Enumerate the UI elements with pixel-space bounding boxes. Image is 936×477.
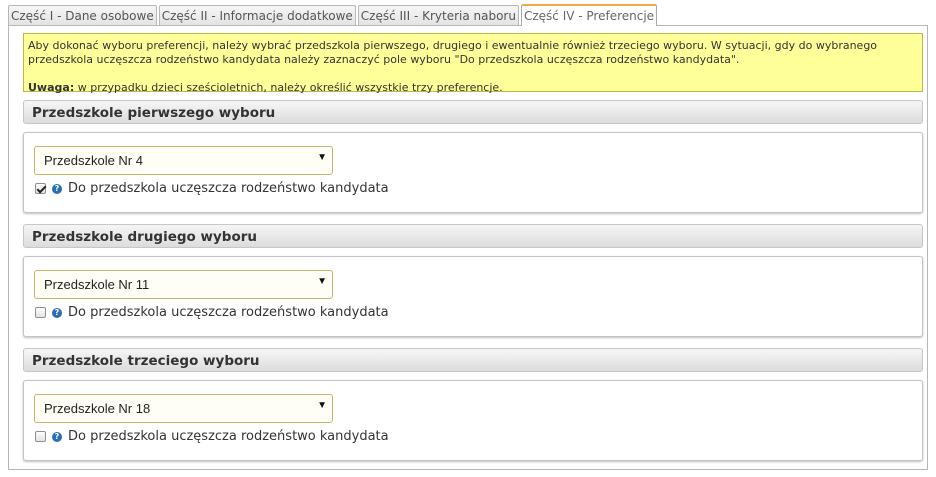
section-second-choice-body: Przedszkole Nr 11 ▼ ? Do przedszkola ucz… xyxy=(23,256,923,337)
tab-additional-info[interactable]: Część II - Informacje dodatkowe xyxy=(158,5,356,26)
info-text: Aby dokonać wyboru preferencji, należy w… xyxy=(28,39,878,66)
section-first-choice-header: Przedszkole pierwszego wyboru xyxy=(23,100,923,124)
warning-note: Uwaga: w przypadku dzieci sześcioletnich… xyxy=(28,81,918,95)
third-choice-selected-value: Przedszkole Nr 18 xyxy=(44,401,151,416)
second-choice-sibling-checkbox[interactable] xyxy=(35,307,46,318)
tab-personal-data[interactable]: Część I - Dane osobowe xyxy=(8,5,157,26)
section-second-choice-header: Przedszkole drugiego wyboru xyxy=(23,224,923,248)
dropdown-arrow-icon: ▼ xyxy=(317,400,327,411)
first-choice-select[interactable]: Przedszkole Nr 4 ▼ xyxy=(34,146,333,175)
warning-label: Uwaga: xyxy=(28,81,75,94)
third-choice-select[interactable]: Przedszkole Nr 18 ▼ xyxy=(34,394,333,423)
first-choice-selected-value: Przedszkole Nr 4 xyxy=(44,153,143,168)
help-question-icon[interactable]: ? xyxy=(52,308,62,318)
tab-preferences[interactable]: Część IV - Preferencje xyxy=(520,4,658,26)
help-question-icon[interactable]: ? xyxy=(52,184,62,194)
dropdown-arrow-icon: ▼ xyxy=(317,152,327,163)
info-box: Aby dokonać wyboru preferencji, należy w… xyxy=(23,33,923,95)
first-choice-sibling-label: Do przedszkola uczęszcza rodzeństwo kand… xyxy=(68,181,389,196)
section-first-choice-body: Przedszkole Nr 4 ▼ ? Do przedszkola uczę… xyxy=(23,132,923,213)
first-choice-sibling-checkbox[interactable] xyxy=(35,183,46,194)
second-choice-selected-value: Przedszkole Nr 11 xyxy=(44,277,150,292)
help-question-icon[interactable]: ? xyxy=(52,432,62,442)
section-third-choice-body: Przedszkole Nr 18 ▼ ? Do przedszkola ucz… xyxy=(23,380,923,461)
second-choice-select[interactable]: Przedszkole Nr 11 ▼ xyxy=(34,270,333,299)
third-choice-sibling-checkbox[interactable] xyxy=(35,431,46,442)
preferences-panel: Aby dokonać wyboru preferencji, należy w… xyxy=(8,25,928,470)
third-choice-sibling-label: Do przedszkola uczęszcza rodzeństwo kand… xyxy=(68,429,389,444)
section-third-choice-header: Przedszkole trzeciego wyboru xyxy=(23,348,923,372)
warning-text: w przypadku dzieci sześcioletnich, należ… xyxy=(74,81,503,94)
second-choice-sibling-label: Do przedszkola uczęszcza rodzeństwo kand… xyxy=(68,305,389,320)
tab-admission-criteria[interactable]: Część III - Kryteria naboru xyxy=(357,5,519,26)
dropdown-arrow-icon: ▼ xyxy=(317,276,327,287)
tab-bar: Część I - Dane osobowe Część II - Inform… xyxy=(8,4,659,26)
